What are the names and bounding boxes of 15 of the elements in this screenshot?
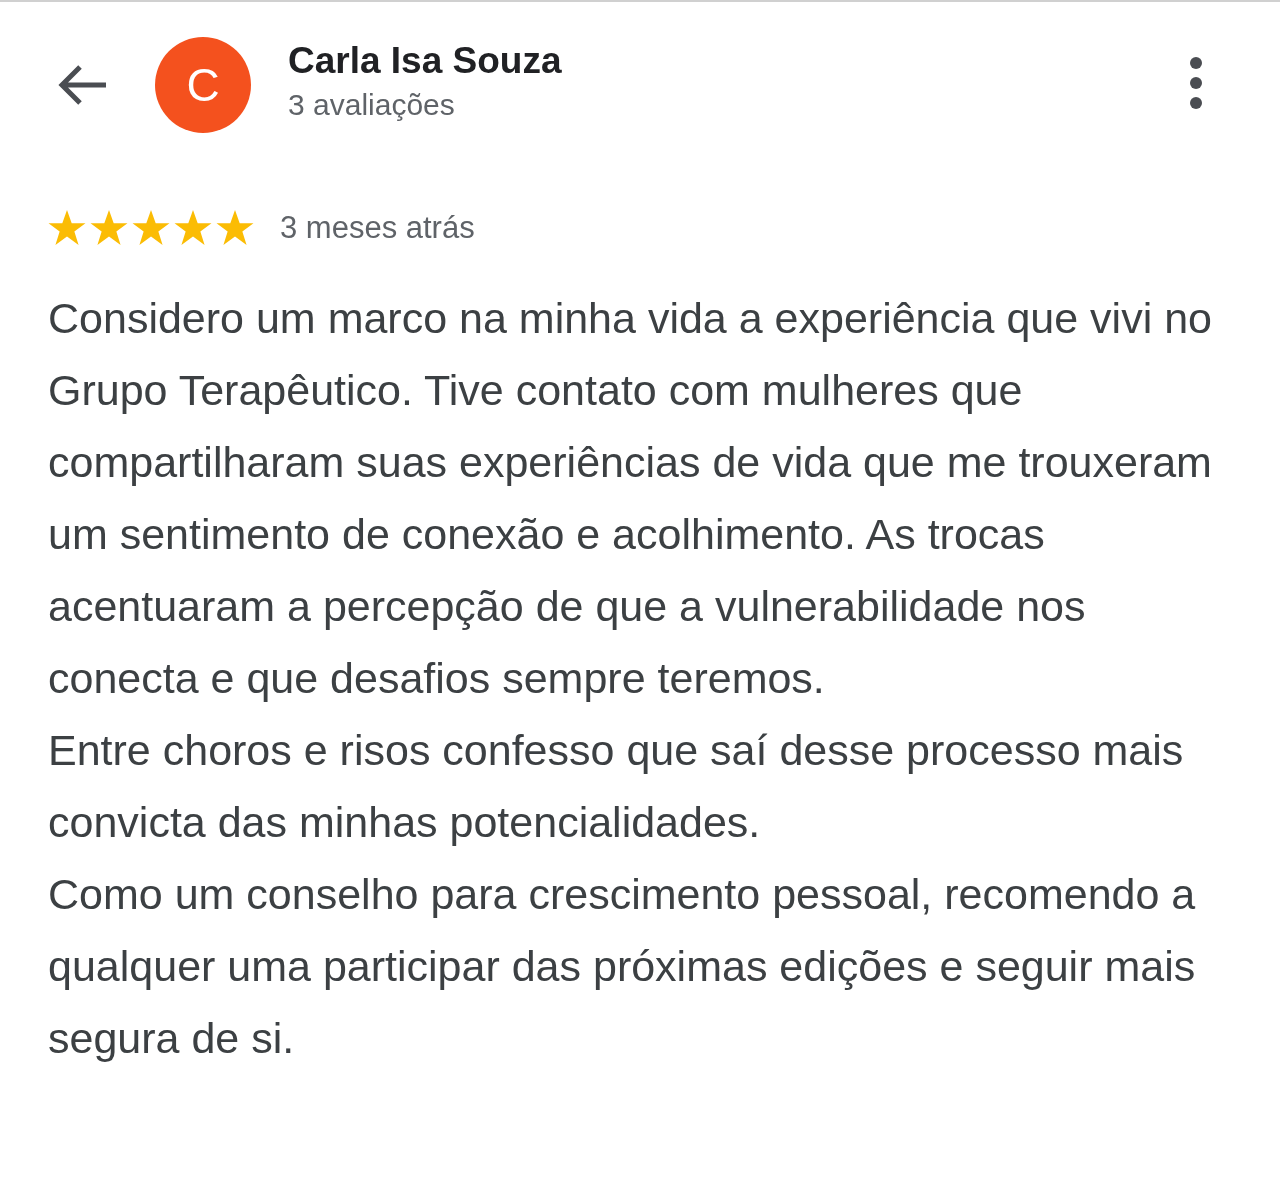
- star-icon: [48, 210, 86, 246]
- review-time: 3 meses atrás: [280, 210, 475, 246]
- star-icon: [90, 210, 128, 246]
- back-arrow-icon: [56, 63, 108, 107]
- more-vertical-icon: [1189, 57, 1203, 109]
- review-paragraph: Entre choros e risos confesso que saí desse processo mais convicta das minhas potencialidades.: [48, 725, 1185, 848]
- avatar: C: [155, 37, 251, 133]
- star-icon: [174, 210, 212, 246]
- more-options-button[interactable]: [1189, 57, 1203, 109]
- star-icon: [216, 210, 254, 246]
- review-paragraph: Considero um marco na minha vida a experiência que vivi no Grupo Terapêutico. Tive contato com mulheres que compartilharam suas experiências de vida que me trouxeram um sentimento de conexão e acolhimento. As trocas acentuaram a percepção de que a vulnerabilidade nos conecta e que desafios sempre teremos.: [48, 293, 1213, 704]
- star-icon: [132, 210, 170, 246]
- reviewer-name: Carla Isa Souza: [288, 40, 563, 82]
- review-paragraph: Como um conselho para crescimento pessoal, recomendo a qualquer uma participar das próximas edições e seguir mais segura de si.: [48, 869, 1197, 1064]
- review-count: 3 avaliações: [288, 88, 456, 122]
